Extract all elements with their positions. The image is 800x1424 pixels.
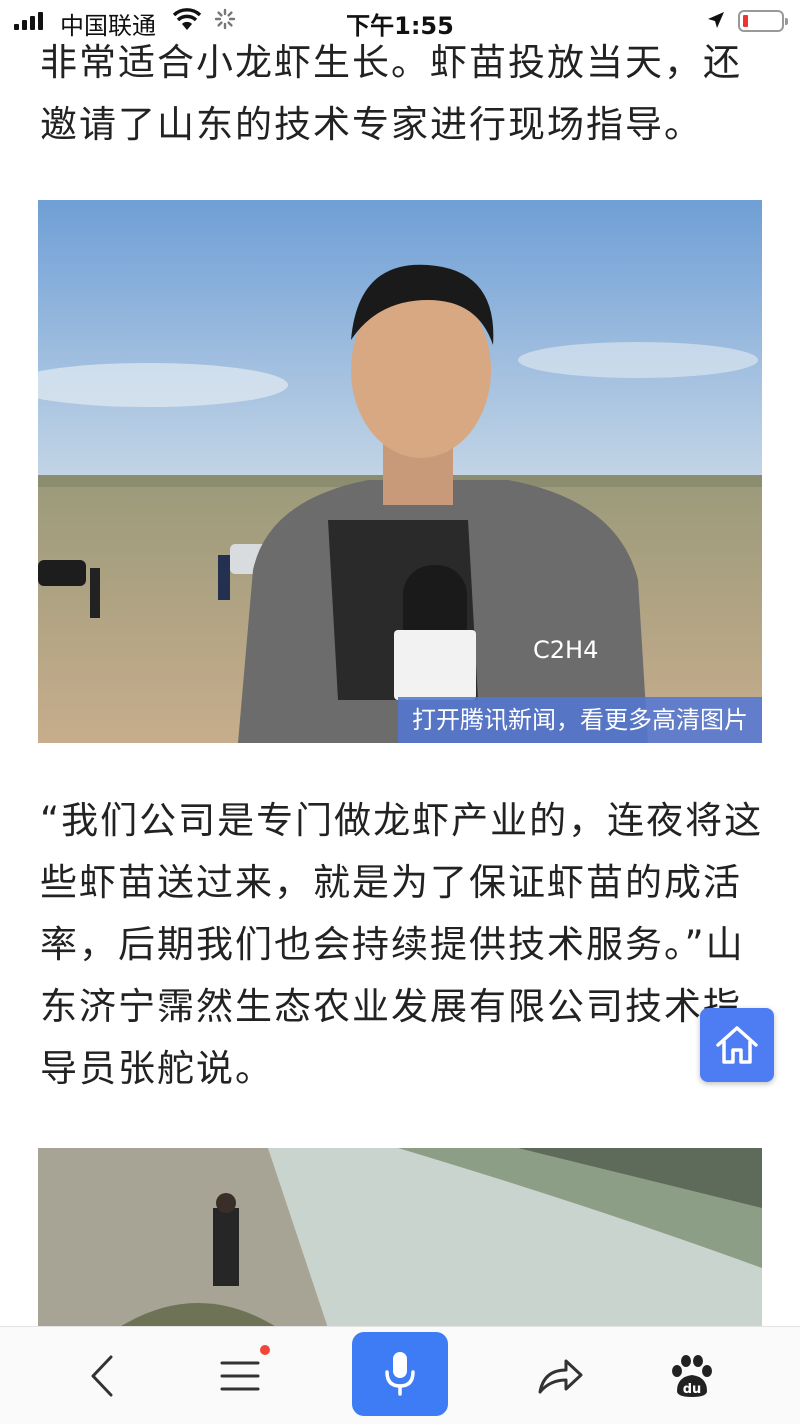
voice-search-button[interactable]	[352, 1327, 448, 1424]
back-icon	[91, 1355, 113, 1396]
article-paragraph-1: 非常适合小龙虾生长。虾苗投放当天，还邀请了山东的技术专家进行现场指导。	[40, 41, 742, 146]
battery-icon	[738, 10, 788, 32]
menu-icon	[220, 1361, 260, 1390]
article-photo-interview[interactable]: C2H4 打开腾讯新闻，看更多高清图片	[38, 200, 762, 743]
menu-button[interactable]	[200, 1327, 280, 1424]
canal-photo-illustration	[38, 1148, 762, 1328]
interview-photo-illustration: C2H4	[38, 200, 762, 743]
article-photo-canal[interactable]	[38, 1148, 762, 1328]
baidu-paw-icon: du	[672, 1354, 712, 1397]
photo-caption-open-app[interactable]: 打开腾讯新闻，看更多高清图片	[398, 697, 762, 743]
location-icon	[708, 12, 724, 28]
article-paragraph-2: “我们公司是专门做龙虾产业的，连夜将这些虾苗送过来，就是为了保证虾苗的成活率，后…	[40, 799, 764, 1090]
home-button[interactable]	[700, 1008, 774, 1082]
microphone-icon	[385, 1351, 415, 1396]
svg-text:du: du	[683, 1382, 702, 1397]
back-button[interactable]	[62, 1327, 142, 1424]
home-icon	[716, 1026, 758, 1064]
share-button[interactable]	[520, 1327, 600, 1424]
share-icon	[538, 1359, 583, 1393]
bottom-toolbar: du	[0, 1326, 800, 1424]
notification-dot	[260, 1345, 270, 1355]
baidu-home-button[interactable]: du	[652, 1327, 732, 1424]
microphone-logo-text: C2H4	[533, 636, 598, 664]
